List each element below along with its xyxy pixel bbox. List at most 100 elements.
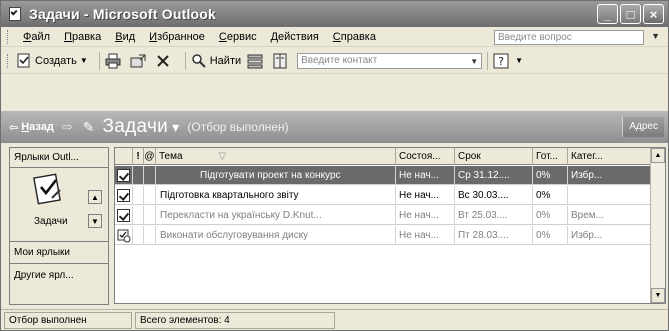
task-percent-complete: 0% [533,186,568,205]
outlook-bar-scroll-down-button[interactable]: ▼ [88,214,102,228]
outlook-shortcuts-group-button[interactable]: Ярлыки Outl... [10,148,108,168]
task-due-date: Вс 30.03.... [455,186,533,205]
task-importance [133,186,144,205]
column-importance[interactable]: ! [133,148,144,165]
menu-favorites[interactable]: Избранное [142,31,212,43]
task-row-icon [115,206,133,225]
ask-dropdown-icon[interactable]: ▼ [651,31,660,41]
find-button-label: Найти [209,54,242,67]
task-attachment [144,226,156,245]
status-bar: Отбор выполнен Всего элементов: 4 [1,309,668,330]
menu-tools[interactable]: Сервис [212,31,264,43]
menu-actions[interactable]: Действия [264,31,326,43]
find-contact-placeholder: Введите контакт [301,54,378,66]
task-row[interactable]: Підготовка квартального звіту Не нач... … [115,186,651,205]
task-status: Не нач... [396,226,455,245]
scroll-up-button[interactable]: ▲ [651,148,665,163]
task-due-date: Пт 28.03.... [455,226,533,245]
task-percent-complete: 0% [533,166,568,185]
menu-grip-icon[interactable] [7,29,10,44]
outlook-bar-scroll-up-button[interactable]: ▲ [88,190,102,204]
address-label[interactable]: Адрес [622,117,664,137]
status-item-count: Всего элементов: 4 [135,311,335,329]
task-status: Не нач... [396,186,455,205]
status-filter-applied: Отбор выполнен [4,311,132,329]
folder-banner: ⇦ Назад ⇨ ✎ Задачи ▾ (Отбор выполнен) Ад… [1,111,668,143]
organize-icon [247,54,263,68]
contact-dropdown-icon[interactable]: ▼ [470,55,478,69]
task-percent-complete: 0% [533,206,568,225]
address-book-button[interactable] [272,51,291,71]
help-icon: ? [493,53,509,68]
close-button[interactable]: × [643,4,664,24]
column-percent-complete[interactable]: Гот... [533,148,568,165]
delete-x-icon [157,54,169,67]
find-button[interactable]: Найти [191,51,241,71]
menu-file[interactable]: Файл [16,31,57,43]
help-button[interactable]: ? ▼ [493,51,523,71]
task-category: Избр... [568,226,651,245]
column-status[interactable]: Состоя... [396,148,455,165]
task-category [568,186,651,205]
new-task-icon [17,53,30,67]
column-attachment[interactable]: @ [144,148,156,165]
help-dropdown-icon[interactable]: ▼ [515,56,523,65]
task-row[interactable]: Перекласти на українську D.Knut... Не на… [115,206,651,225]
task-status: Не нач... [396,206,455,225]
task-row[interactable]: Підготувати проект на конкурс Не нач... … [115,166,651,185]
task-category: Избр... [568,166,651,185]
menu-help[interactable]: Справка [326,31,383,43]
task-attachment [144,186,156,205]
tasks-shortcut-icon[interactable] [32,172,64,206]
toolbar-separator [98,51,100,70]
menu-edit[interactable]: Правка [57,31,108,43]
task-row-icon [115,166,133,185]
maximize-button[interactable]: □ [620,4,641,24]
task-row-icon [115,186,133,205]
task-subject: Підготувати проект на конкурс [156,166,396,185]
standard-toolbar: Создать ▼ Найти Введите контакт ▼ ? ▼ [1,48,668,74]
task-checkbox-icon [117,169,130,182]
title-bar[interactable]: Задачи - Microsoft Outlook _ □ × [1,1,668,27]
toolbar-separator [487,51,489,70]
minimize-button[interactable]: _ [597,4,618,24]
new-button[interactable]: Создать ▼ [16,51,88,71]
filter-applied-note: (Отбор выполнен) [187,120,289,134]
tasks-shortcut-label[interactable]: Задачи [34,216,68,227]
scroll-down-button[interactable]: ▼ [651,288,665,303]
menu-view[interactable]: Вид [108,31,142,43]
my-shortcuts-group-button[interactable]: Мои ярлыки [10,242,108,264]
column-category[interactable]: Катег... [568,148,651,165]
forward-arrow-icon[interactable]: ⇨ [62,119,73,135]
sort-indicator-icon: ▽ [218,151,227,162]
folder-title[interactable]: Задачи [103,116,169,138]
back-button[interactable]: ⇦ Назад [9,121,54,134]
column-icon[interactable] [115,148,133,165]
task-percent-complete: 0% [533,226,568,245]
toolbar-grip-icon[interactable] [7,53,10,68]
delete-button[interactable] [155,51,174,71]
new-button-label: Создать [35,54,77,67]
folder-title-dropdown-icon[interactable]: ▾ [172,119,179,136]
window-title: Задачи - Microsoft Outlook [29,6,217,22]
ask-question-input[interactable]: Введите вопрос [494,30,644,45]
task-importance [133,206,144,225]
column-due-date[interactable]: Срок [455,148,533,165]
task-list: ! @ Тема ▽ Состоя... Срок Гот... Катег..… [114,147,666,304]
task-row[interactable]: Виконати обслуговування диску Не нач... … [115,226,651,245]
column-subject[interactable]: Тема ▽ [156,148,396,165]
other-shortcuts-group-button[interactable]: Другие ярл... [10,264,108,286]
menu-bar: Файл Правка Вид Избранное Сервис Действи… [1,27,668,47]
toolbar-separator [184,51,186,70]
task-due-date: Вт 25.03.... [455,206,533,225]
task-list-scrollbar[interactable]: ▲ ▼ [650,148,665,303]
organize-button[interactable] [247,51,266,71]
task-category: Врем... [568,206,651,225]
find-contact-input[interactable]: Введите контакт ▼ [297,52,483,69]
task-subject: Підготовка квартального звіту [156,186,396,205]
task-attachment [144,166,156,185]
outlook-bar-group-pane: ▲ Задачи ▼ [10,168,108,242]
new-dropdown-icon[interactable]: ▼ [80,56,88,65]
print-button[interactable] [105,51,124,71]
move-to-folder-button[interactable] [130,51,149,71]
